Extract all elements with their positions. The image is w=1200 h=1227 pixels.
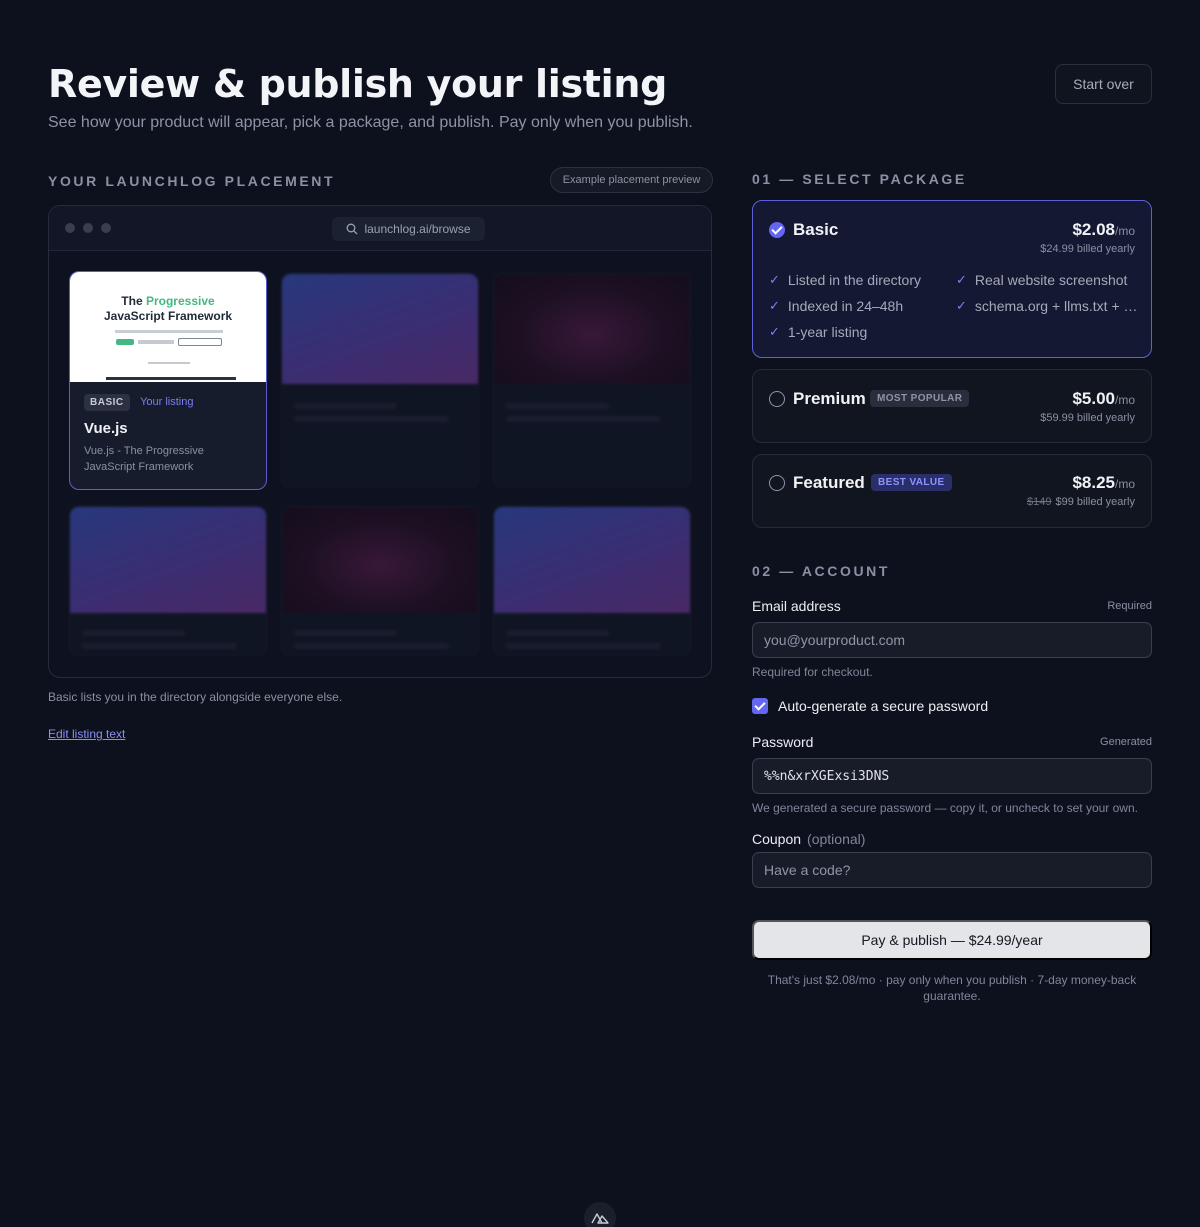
feature-item: ✓ schema.org + llms.txt + … <box>956 298 1138 314</box>
packages-heading: 01 — SELECT PACKAGE <box>752 171 967 187</box>
password-generated-hint: Generated <box>1100 736 1152 748</box>
password-field[interactable]: %%n&xrXGExsi3DNS <box>752 758 1152 794</box>
best-value-badge: BEST VALUE <box>871 474 952 491</box>
placeholder-listing-card <box>281 273 479 488</box>
package-featured[interactable]: Featured BEST VALUE $8.25/mo $149 $99 bil… <box>752 454 1152 528</box>
placeholder-screenshot <box>70 507 266 613</box>
old-price: $149 <box>1027 496 1052 508</box>
screenshot-button <box>178 338 222 346</box>
your-listing-label: Your listing <box>140 396 194 408</box>
search-icon <box>347 223 358 235</box>
window-dot <box>83 223 93 233</box>
package-billing: $24.99 billed yearly <box>1040 243 1135 255</box>
radio-unchecked-icon[interactable] <box>769 391 785 407</box>
package-price: $2.08/mo <box>1072 220 1135 239</box>
email-help: Required for checkout. <box>752 665 873 679</box>
auto-password-checkbox[interactable] <box>752 698 768 714</box>
radio-checked-icon[interactable] <box>769 222 785 238</box>
page-title: Review & publish your listing <box>48 62 668 106</box>
package-name: Featured <box>793 473 865 492</box>
password-help: We generated a secure password — copy it… <box>752 801 1138 815</box>
package-name: Premium <box>793 389 866 408</box>
coupon-label: Coupon (optional) <box>752 831 866 847</box>
placeholder-listing-card <box>493 273 691 488</box>
password-label: Password <box>752 734 814 750</box>
window-dot <box>65 223 75 233</box>
feature-item: ✓ Indexed in 24–48h <box>769 298 904 314</box>
package-premium[interactable]: Premium MOST POPULAR $5.00/mo $59.99 bil… <box>752 369 1152 443</box>
screenshot-headline: The Progressive JavaScript Framework <box>103 294 233 323</box>
footer-logo-icon <box>584 1202 616 1227</box>
url-text: launchlog.ai/browse <box>364 222 471 236</box>
placeholder-listing-card <box>281 506 479 656</box>
url-bar: launchlog.ai/browse <box>332 217 485 241</box>
placement-heading: YOUR LAUNCHLOG PLACEMENT <box>48 173 336 189</box>
check-icon: ✓ <box>769 298 780 313</box>
browser-toolbar: launchlog.ai/browse <box>49 206 711 251</box>
tier-badge: BASIC <box>84 394 130 411</box>
window-dot <box>101 223 111 233</box>
screenshot-line <box>148 362 190 364</box>
package-name: Basic <box>793 220 839 239</box>
pay-publish-button[interactable]: Pay & publish — $24.99/year <box>752 920 1152 960</box>
most-popular-badge: MOST POPULAR <box>870 390 970 407</box>
screenshot-line <box>106 377 236 380</box>
package-billing: $149 $99 billed yearly <box>1027 496 1135 508</box>
start-over-button[interactable]: Start over <box>1055 64 1152 104</box>
check-icon: ✓ <box>769 272 780 287</box>
check-icon: ✓ <box>956 298 967 313</box>
pay-fine-print: That's just $2.08/mo · pay only when you… <box>767 973 1137 1003</box>
placeholder-screenshot <box>494 274 690 384</box>
account-heading: 02 — ACCOUNT <box>752 563 891 579</box>
package-billing: $59.99 billed yearly <box>1040 412 1135 424</box>
feature-item: ✓ 1-year listing <box>769 324 868 340</box>
screenshot-line <box>115 330 223 333</box>
listing-info: BASIC Your listing Vue.js Vue.js - The P… <box>70 382 266 487</box>
email-label: Email address <box>752 598 841 614</box>
listing-name: Vue.js <box>84 420 128 437</box>
listing-screenshot: The Progressive JavaScript Framework <box>70 272 266 382</box>
auto-password-label[interactable]: Auto-generate a secure password <box>778 698 988 714</box>
package-price: $8.25/mo <box>1072 473 1135 492</box>
radio-unchecked-icon[interactable] <box>769 475 785 491</box>
screenshot-line <box>138 340 174 344</box>
placeholder-listing-card <box>69 506 267 656</box>
email-required-hint: Required <box>1107 600 1152 612</box>
own-listing-card: The Progressive JavaScript Framework BAS… <box>69 271 267 490</box>
edit-listing-link[interactable]: Edit listing text <box>48 727 125 741</box>
browser-mockup: launchlog.ai/browse The Progressive Java… <box>48 205 712 678</box>
check-icon: ✓ <box>956 272 967 287</box>
placeholder-screenshot <box>494 507 690 613</box>
package-price: $5.00/mo <box>1072 389 1135 408</box>
feature-item: ✓ Real website screenshot <box>956 272 1128 288</box>
feature-item: ✓ Listed in the directory <box>769 272 921 288</box>
preview-badge: Example placement preview <box>550 167 713 193</box>
page-subtitle: See how your product will appear, pick a… <box>48 114 693 131</box>
coupon-field[interactable]: Have a code? <box>752 852 1152 888</box>
screenshot-button <box>116 339 134 345</box>
placeholder-screenshot <box>282 507 478 613</box>
placement-note: Basic lists you in the directory alongsi… <box>48 690 343 704</box>
check-icon: ✓ <box>769 324 780 339</box>
placeholder-listing-card <box>493 506 691 656</box>
package-basic[interactable]: Basic $2.08/mo $24.99 billed yearly ✓ Lis… <box>752 200 1152 358</box>
coupon-optional: (optional) <box>807 831 866 847</box>
placeholder-screenshot <box>282 274 478 384</box>
email-field[interactable]: you@yourproduct.com <box>752 622 1152 658</box>
listing-description: Vue.js - The Progressive JavaScript Fram… <box>84 445 204 473</box>
